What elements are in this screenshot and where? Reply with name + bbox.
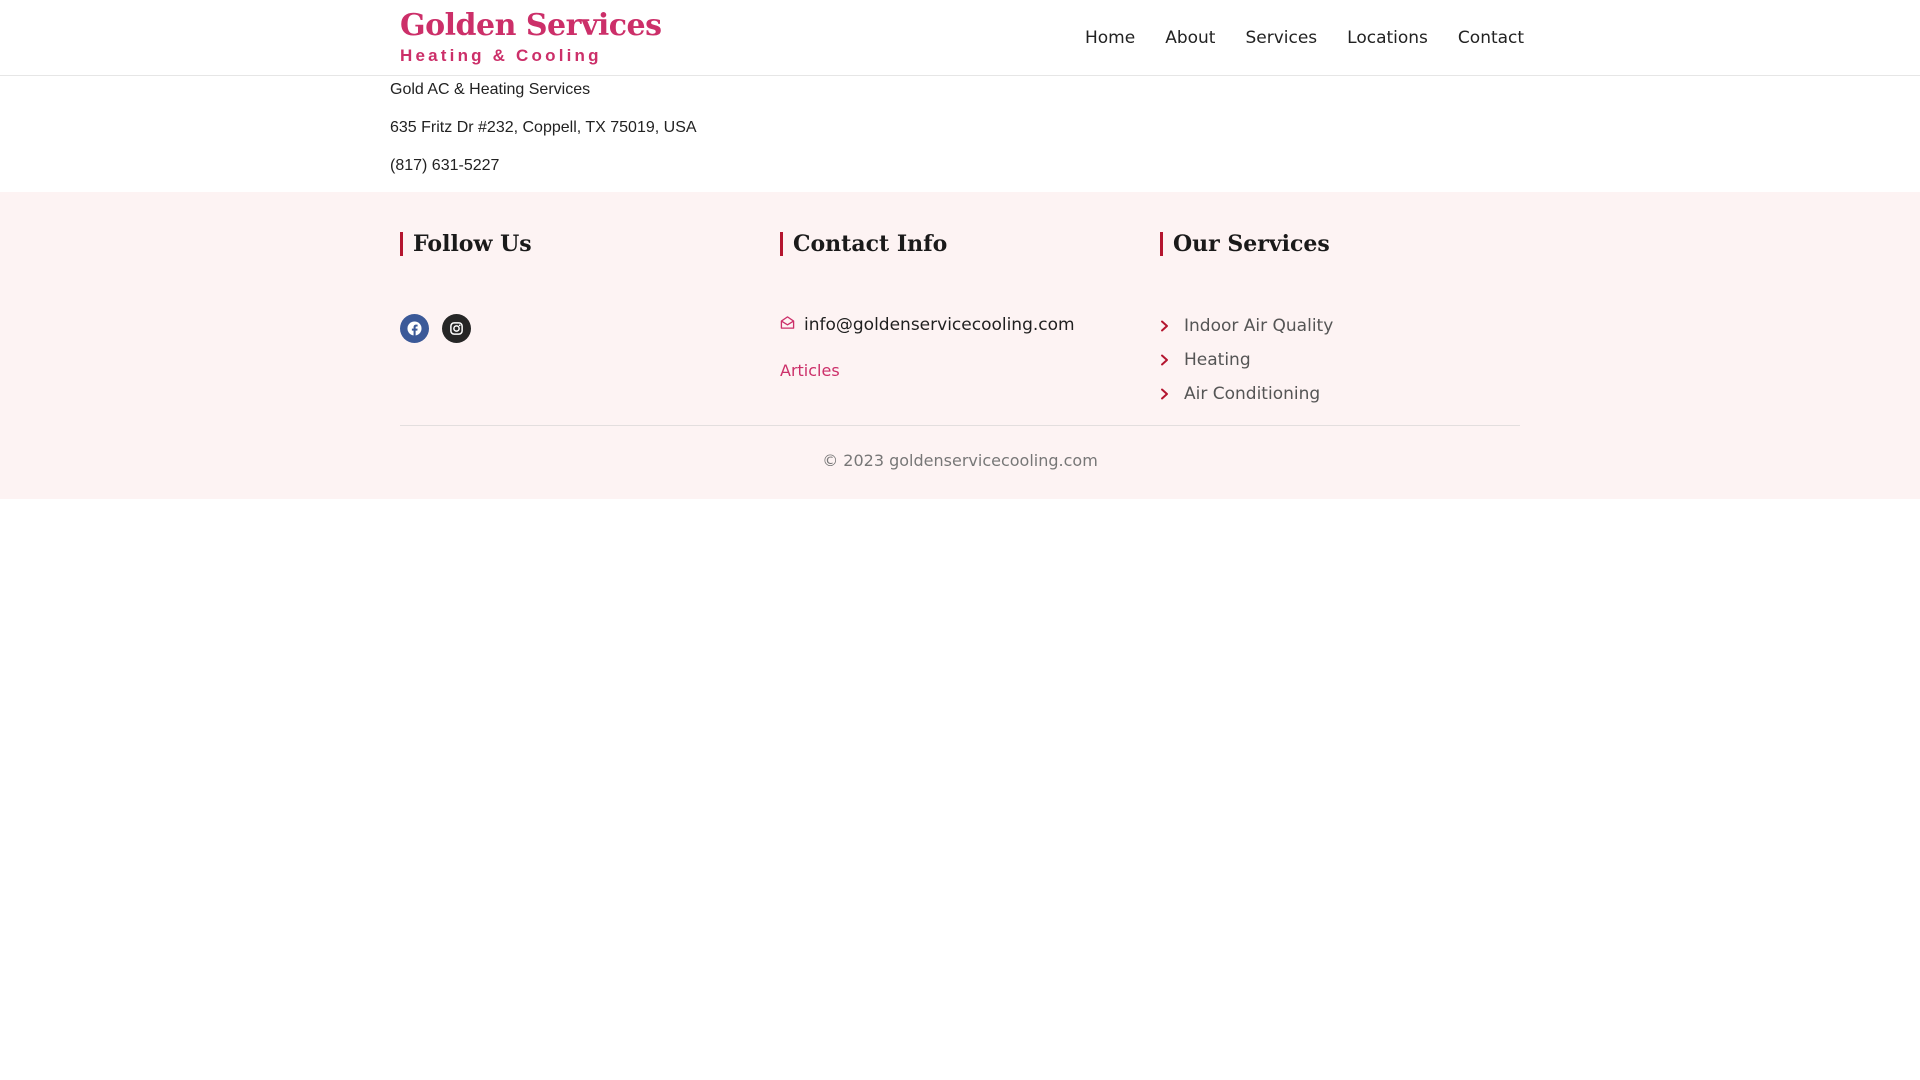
- services-list: Indoor Air Quality Heating Air Condition…: [1160, 315, 1333, 417]
- contact-info-column: Contact Info info@goldenservicecooling.c…: [780, 230, 1140, 380]
- copyright-text: © 2023 goldenservicecooling.com: [822, 451, 1098, 470]
- main-nav: Home About Services Locations Contact: [1070, 24, 1539, 52]
- articles-link[interactable]: Articles: [780, 360, 840, 382]
- instagram-icon: [449, 321, 464, 336]
- service-label: Heating: [1184, 350, 1251, 370]
- chevron-right-icon: [1160, 320, 1172, 332]
- follow-us-heading: Follow Us: [400, 230, 760, 258]
- envelope-open-icon: [780, 315, 795, 335]
- our-services-column: Our Services Indoor Air Quality Heating …: [1160, 230, 1520, 404]
- chevron-right-icon: [1160, 388, 1172, 400]
- business-info: Gold AC & Heating Services 635 Fritz Dr …: [390, 80, 990, 194]
- business-address: 635 Fritz Dr #232, Coppell, TX 75019, US…: [390, 119, 697, 136]
- follow-us-column: Follow Us: [400, 230, 760, 343]
- nav-locations[interactable]: Locations: [1332, 24, 1443, 52]
- nav-home[interactable]: Home: [1070, 24, 1150, 52]
- footer-divider: [400, 425, 1520, 426]
- service-item-heating[interactable]: Heating: [1160, 349, 1333, 371]
- instagram-link[interactable]: [442, 314, 471, 343]
- our-services-heading: Our Services: [1160, 230, 1520, 258]
- nav-about[interactable]: About: [1150, 24, 1230, 52]
- nav-services[interactable]: Services: [1230, 24, 1332, 52]
- contact-email[interactable]: info@goldenservicecooling.com: [780, 314, 1075, 336]
- business-phone: (817) 631-5227: [390, 157, 500, 174]
- site-footer: Follow Us Contact Info info@goldenservic…: [0, 192, 1920, 499]
- site-header: Golden Services Heating & Cooling Home A…: [0, 0, 1920, 76]
- nav-contact[interactable]: Contact: [1443, 24, 1539, 52]
- contact-info-heading: Contact Info: [780, 230, 1140, 258]
- facebook-icon: [407, 321, 422, 336]
- site-logo[interactable]: Golden Services Heating & Cooling: [400, 8, 662, 70]
- facebook-link[interactable]: [400, 314, 429, 343]
- service-label: Indoor Air Quality: [1184, 316, 1334, 336]
- service-item-air-conditioning[interactable]: Air Conditioning: [1160, 383, 1333, 405]
- logo-title: Golden Services: [400, 8, 662, 43]
- logo-subtitle: Heating & Cooling: [400, 46, 602, 65]
- social-links: [400, 314, 471, 343]
- chevron-right-icon: [1160, 354, 1172, 366]
- service-item-indoor-air-quality[interactable]: Indoor Air Quality: [1160, 315, 1333, 337]
- business-name: Gold AC & Heating Services: [390, 81, 591, 98]
- contact-email-text[interactable]: info@goldenservicecooling.com: [804, 314, 1075, 336]
- service-label: Air Conditioning: [1184, 384, 1321, 404]
